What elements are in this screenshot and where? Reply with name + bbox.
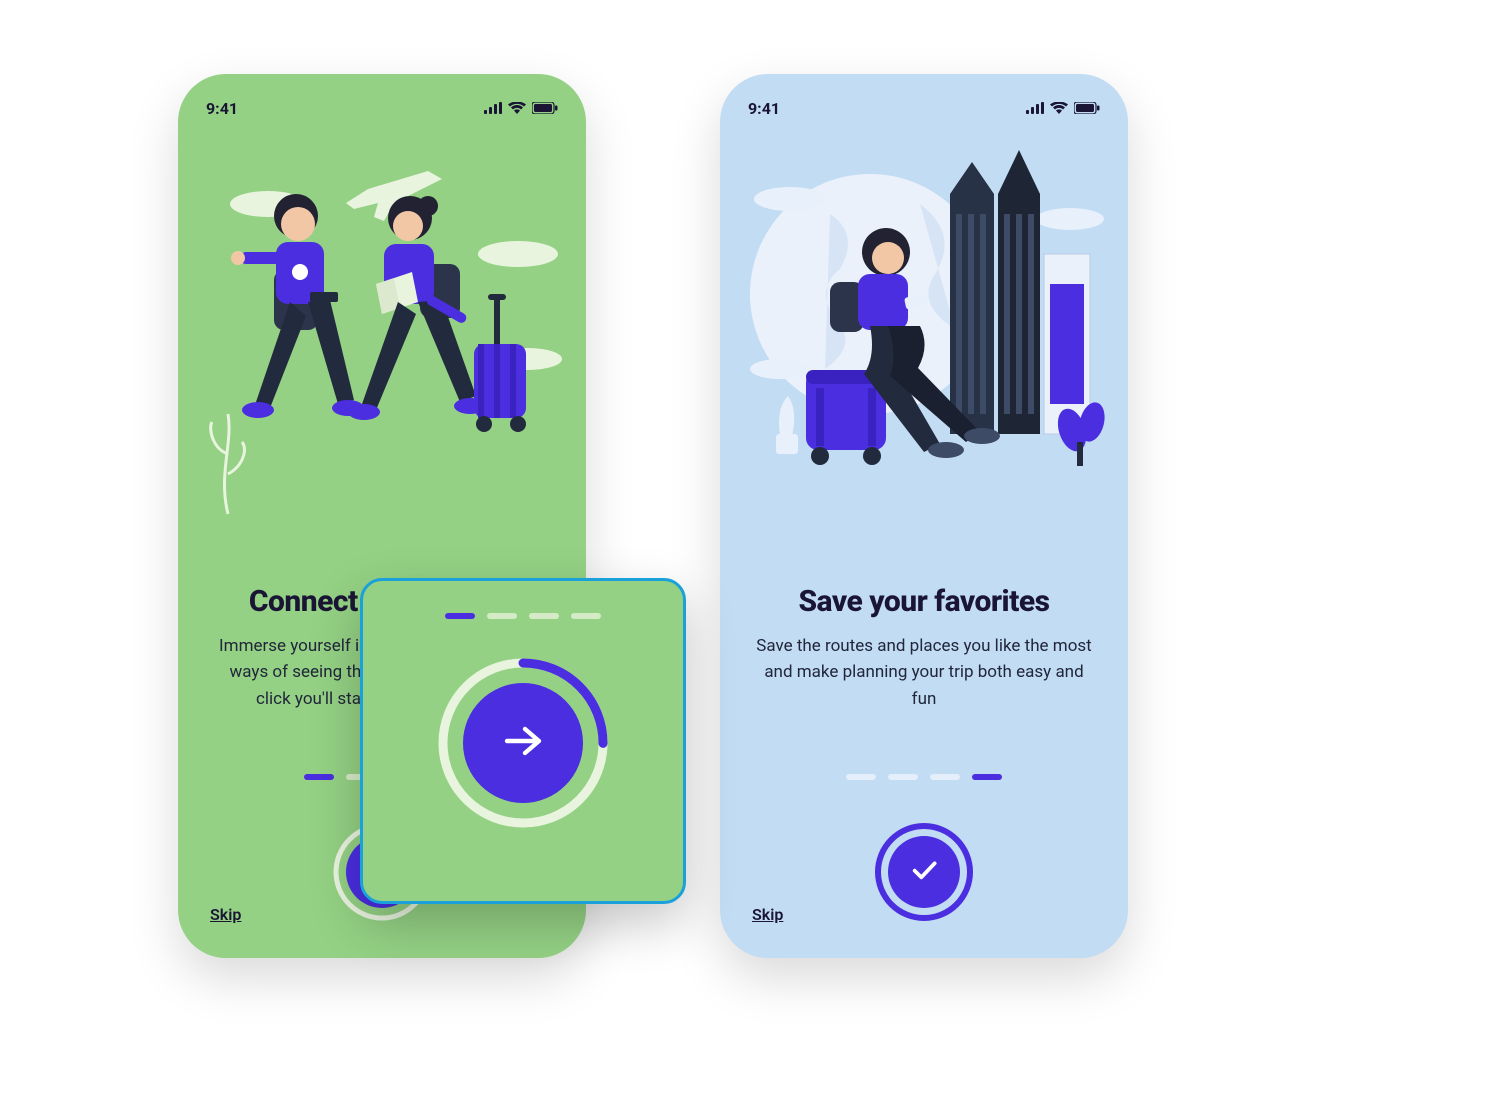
status-time: 9:41 bbox=[206, 99, 238, 118]
page-dot-3[interactable] bbox=[529, 613, 559, 619]
progress-ring bbox=[435, 655, 611, 831]
page-dot-2[interactable] bbox=[888, 774, 918, 780]
page-dot-2[interactable] bbox=[487, 613, 517, 619]
onboarding-title: Save your favorites bbox=[748, 584, 1100, 619]
page-indicator bbox=[720, 774, 1128, 780]
finish-button[interactable] bbox=[874, 822, 974, 922]
hero-illustration bbox=[720, 144, 1128, 544]
battery-icon bbox=[1074, 99, 1100, 118]
page-dot-3[interactable] bbox=[930, 774, 960, 780]
next-button[interactable] bbox=[435, 655, 611, 831]
hero-illustration bbox=[178, 144, 586, 544]
check-icon bbox=[908, 854, 940, 890]
page-dot-4[interactable] bbox=[571, 613, 601, 619]
skip-link[interactable]: Skip bbox=[210, 905, 241, 924]
battery-icon bbox=[532, 99, 558, 118]
onboarding-body: Save the routes and places you like the … bbox=[748, 633, 1100, 712]
wifi-icon bbox=[1050, 99, 1068, 118]
status-icons bbox=[484, 99, 558, 118]
status-icons bbox=[1026, 99, 1100, 118]
page-dot-4[interactable] bbox=[972, 774, 1002, 780]
page-dot-1[interactable] bbox=[445, 613, 475, 619]
status-bar: 9:41 bbox=[178, 94, 586, 122]
status-bar: 9:41 bbox=[720, 94, 1128, 122]
signal-icon bbox=[1026, 99, 1044, 118]
page-dot-1[interactable] bbox=[304, 774, 334, 780]
wifi-icon bbox=[508, 99, 526, 118]
skip-link[interactable]: Skip bbox=[752, 905, 783, 924]
page-dot-1[interactable] bbox=[846, 774, 876, 780]
zoom-preview-card bbox=[360, 578, 686, 904]
signal-icon bbox=[484, 99, 502, 118]
onboarding-text: Save your favorites Save the routes and … bbox=[748, 584, 1100, 712]
status-time: 9:41 bbox=[748, 99, 780, 118]
onboarding-screen-favorites: 9:41 bbox=[720, 74, 1128, 958]
page-indicator bbox=[445, 613, 601, 619]
